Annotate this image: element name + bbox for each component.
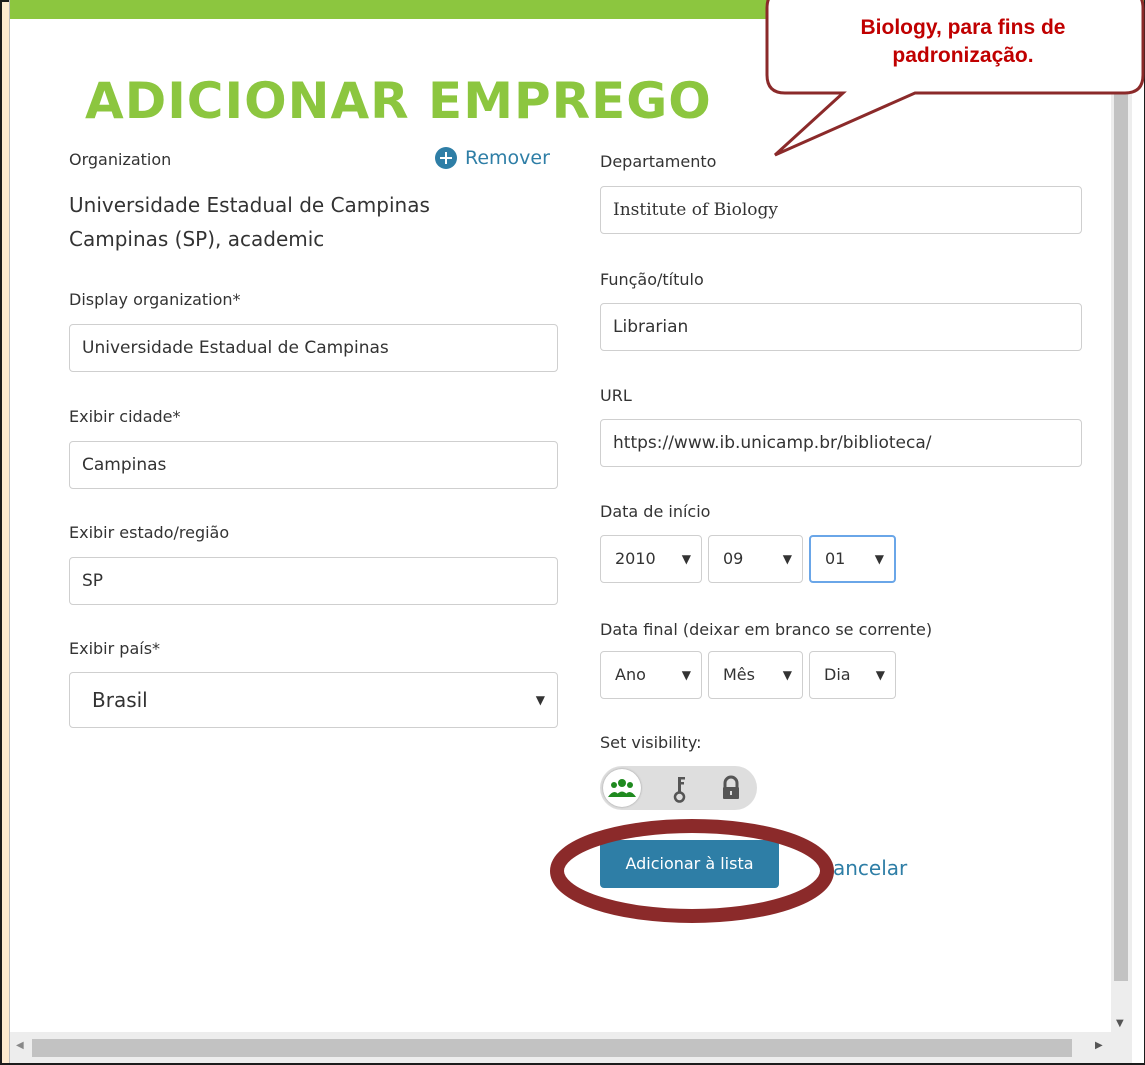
end-year-value: Ano	[615, 665, 646, 684]
chevron-down-icon: ▼	[535, 693, 545, 707]
chevron-down-icon: ▼	[874, 552, 884, 566]
lock-icon	[723, 775, 739, 799]
city-label: Exibir cidade*	[69, 407, 181, 426]
chevron-down-icon: ▼	[782, 668, 792, 682]
display-organization-label: Display organization*	[69, 290, 241, 309]
department-label: Departamento	[600, 152, 717, 171]
end-day-select[interactable]: Dia ▼	[809, 651, 896, 699]
organization-label: Organization	[69, 150, 172, 169]
key-icon	[673, 777, 686, 803]
organization-name: Universidade Estadual de Campinas	[69, 193, 430, 217]
organization-location: Campinas (SP), academic	[69, 227, 325, 251]
start-day-value: 01	[825, 549, 846, 568]
end-month-value: Mês	[723, 665, 755, 684]
country-select[interactable]: Brasil ▼	[69, 672, 558, 728]
callout-text: Biology, para fins de padronização.	[785, 14, 1141, 70]
horizontal-scrollbar[interactable]: ◀ ▶	[10, 1032, 1132, 1063]
role-label: Função/título	[600, 270, 704, 289]
end-day-value: Dia	[824, 665, 851, 684]
visibility-label: Set visibility:	[600, 733, 702, 752]
people-icon	[608, 779, 636, 797]
start-month-value: 09	[723, 549, 744, 568]
department-input[interactable]: Institute of Biology	[600, 186, 1082, 234]
vertical-scroll-thumb[interactable]	[1114, 19, 1128, 981]
chevron-down-icon: ▼	[681, 668, 691, 682]
end-year-select[interactable]: Ano ▼	[600, 651, 702, 699]
start-day-select[interactable]: 01 ▼	[809, 535, 896, 583]
scroll-right-icon[interactable]: ▶	[1095, 1040, 1103, 1051]
end-month-select[interactable]: Mês ▼	[708, 651, 803, 699]
start-month-select[interactable]: 09 ▼	[708, 535, 803, 583]
chevron-down-icon: ▼	[782, 552, 792, 566]
state-label: Exibir estado/região	[69, 523, 230, 542]
start-year-value: 2010	[615, 549, 656, 568]
url-input[interactable]: https://www.ib.unicamp.br/biblioteca/	[600, 419, 1082, 467]
visibility-limited-button[interactable]	[661, 769, 699, 807]
visibility-selector	[600, 766, 757, 810]
country-label: Exibir país*	[69, 639, 161, 658]
display-organization-input[interactable]: Universidade Estadual de Campinas	[69, 324, 558, 372]
start-date-label: Data de início	[600, 502, 711, 521]
callout-line-1: Biology, para fins de	[860, 16, 1066, 39]
state-input[interactable]: SP	[69, 557, 558, 605]
url-label: URL	[600, 386, 632, 405]
visibility-private-button[interactable]	[712, 769, 750, 807]
vertical-scrollbar[interactable]: ▼	[1111, 19, 1132, 1032]
role-input[interactable]: Librarian	[600, 303, 1082, 351]
scroll-left-icon[interactable]: ◀	[16, 1040, 24, 1051]
end-date-label: Data final (deixar em branco se corrente…	[600, 620, 933, 639]
page-title: ADICIONAR EMPREGO	[85, 72, 712, 130]
chevron-down-icon: ▼	[875, 668, 885, 682]
scroll-down-icon[interactable]: ▼	[1116, 1018, 1124, 1029]
city-input[interactable]: Campinas	[69, 441, 558, 489]
highlight-ellipse	[550, 819, 834, 923]
visibility-public-button[interactable]	[603, 769, 641, 807]
chevron-down-icon: ▼	[681, 552, 691, 566]
horizontal-scroll-thumb[interactable]	[32, 1039, 1072, 1057]
start-year-select[interactable]: 2010 ▼	[600, 535, 702, 583]
remove-label: Remover	[465, 147, 550, 169]
plus-circle-icon	[435, 147, 457, 169]
remove-organization-button[interactable]: Remover	[435, 147, 550, 169]
country-value: Brasil	[92, 688, 148, 712]
callout-line-2: padronização.	[892, 44, 1034, 67]
